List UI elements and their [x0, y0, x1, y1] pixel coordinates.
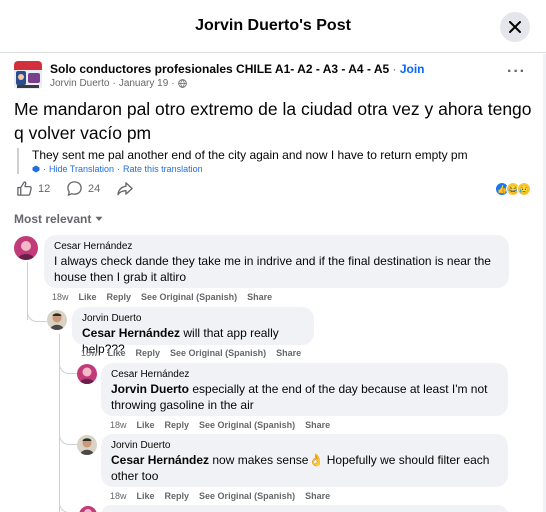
post-author[interactable]: Jorvin Duerto: [50, 78, 109, 89]
group-avatar[interactable]: [14, 61, 42, 89]
comment-bubble: Cesar Hernández I always check dande the…: [44, 235, 509, 288]
see-original-button[interactable]: See Original (Spanish): [199, 420, 295, 430]
comment-reply-button[interactable]: Reply: [165, 420, 190, 430]
comment-like-button[interactable]: Like: [108, 348, 126, 358]
comment-actions: 18w Like Reply See Original (Spanish) Sh…: [81, 348, 301, 358]
comment-share-button[interactable]: Share: [247, 292, 272, 302]
avatar[interactable]: [47, 310, 67, 330]
comment-action[interactable]: 24: [66, 180, 100, 197]
comment-share-button[interactable]: Share: [305, 420, 330, 430]
comment-reply-button[interactable]: Reply: [136, 348, 161, 358]
chevron-down-icon: [95, 216, 103, 221]
mention-link[interactable]: Jorvin Duerto: [111, 382, 189, 396]
comment-text: Cesar Hernández now makes sense👌 Hopeful…: [111, 453, 490, 483]
translation-text: They sent me pal another end of the city…: [32, 148, 468, 162]
comment-author[interactable]: Cesar Hernández: [111, 368, 498, 381]
comment-like-button[interactable]: Like: [79, 292, 97, 302]
thread-connector: [59, 495, 77, 512]
comment-time[interactable]: 18w: [110, 420, 127, 430]
post-text: Me mandaron pal otro extremo de la ciuda…: [14, 99, 532, 143]
comment-count: 24: [88, 182, 101, 195]
modal-header: Jorvin Duerto's Post: [0, 0, 546, 53]
comment-bubble: [101, 505, 508, 512]
translation-block: They sent me pal another end of the city…: [17, 148, 527, 174]
thread-connector: [59, 425, 77, 445]
comment-share-button[interactable]: Share: [305, 491, 330, 501]
translation-links: · Hide Translation · Rate this translati…: [32, 164, 527, 174]
thread-connector: [59, 354, 77, 374]
comment-text: Jorvin Duerto especially at the end of t…: [111, 382, 488, 412]
comment-actions: 18w Like Reply See Original (Spanish) Sh…: [110, 491, 330, 501]
comment-time[interactable]: 18w: [52, 292, 69, 302]
close-icon: [509, 21, 521, 33]
see-original-button[interactable]: See Original (Spanish): [170, 348, 266, 358]
comment-like-button[interactable]: Like: [137, 420, 155, 430]
post-meta: Jorvin Duerto · January 19 ·: [50, 78, 187, 89]
globe-icon: [177, 79, 187, 88]
comment-author[interactable]: Jorvin Duerto: [111, 439, 498, 452]
comment-reply-button[interactable]: Reply: [165, 491, 190, 501]
like-count: 12: [38, 182, 51, 195]
sort-label: Most relevant: [14, 212, 92, 226]
avatar[interactable]: [77, 435, 97, 455]
comment-author[interactable]: Cesar Hernández: [54, 240, 499, 253]
avatar[interactable]: [14, 236, 38, 260]
post-actions: 12 24 👍 😂 😥: [14, 180, 534, 200]
comment-share-button[interactable]: Share: [276, 348, 301, 358]
comment-like-button[interactable]: Like: [137, 491, 155, 501]
ok-hand-emoji: 👌: [308, 453, 324, 467]
comment-bubble: Jorvin Duerto Cesar Hernández will that …: [72, 307, 314, 356]
comment-time[interactable]: 18w: [81, 348, 98, 358]
see-original-button[interactable]: See Original (Spanish): [199, 491, 295, 501]
translate-icon: [32, 165, 40, 173]
comment-text: I always check dande they take me in ind…: [54, 254, 491, 284]
avatar[interactable]: [77, 364, 97, 384]
post-date[interactable]: January 19: [119, 78, 168, 89]
reaction-summary[interactable]: 👍 😂 😥: [495, 182, 531, 196]
share-action[interactable]: [116, 180, 134, 197]
rate-translation-link[interactable]: Rate this translation: [123, 164, 203, 174]
comment-actions: 18w Like Reply See Original (Spanish) Sh…: [52, 292, 272, 302]
close-button[interactable]: [500, 12, 530, 42]
more-icon[interactable]: ···: [507, 63, 526, 81]
like-icon: [17, 181, 32, 196]
comment-actions: 18w Like Reply See Original (Spanish) Sh…: [110, 420, 330, 430]
comment-author[interactable]: Jorvin Duerto: [82, 312, 304, 325]
join-link[interactable]: Join: [400, 62, 425, 76]
avatar[interactable]: [79, 506, 97, 512]
modal-title: Jorvin Duerto's Post: [195, 17, 351, 34]
group-name[interactable]: Solo conductores profesionales CHILE A1-…: [50, 62, 425, 76]
sad-reaction-icon: 😥: [517, 182, 531, 196]
comment-icon: [67, 181, 82, 196]
mention-link[interactable]: Cesar Hernández: [82, 326, 180, 340]
share-icon: [117, 182, 133, 196]
mention-link[interactable]: Cesar Hernández: [111, 453, 209, 467]
comment-bubble: Cesar Hernández Jorvin Duerto especially…: [101, 363, 508, 416]
thread-connector: [27, 300, 47, 322]
post-header: Solo conductores profesionales CHILE A1-…: [14, 61, 534, 91]
comment-time[interactable]: 18w: [110, 491, 127, 501]
like-action[interactable]: 12: [16, 180, 50, 197]
comment-bubble: Jorvin Duerto Cesar Hernández now makes …: [101, 434, 508, 487]
comment-reply-button[interactable]: Reply: [107, 292, 132, 302]
see-original-button[interactable]: See Original (Spanish): [141, 292, 237, 302]
hide-translation-link[interactable]: Hide Translation: [49, 164, 114, 174]
comment-sort-button[interactable]: Most relevant: [14, 212, 103, 226]
